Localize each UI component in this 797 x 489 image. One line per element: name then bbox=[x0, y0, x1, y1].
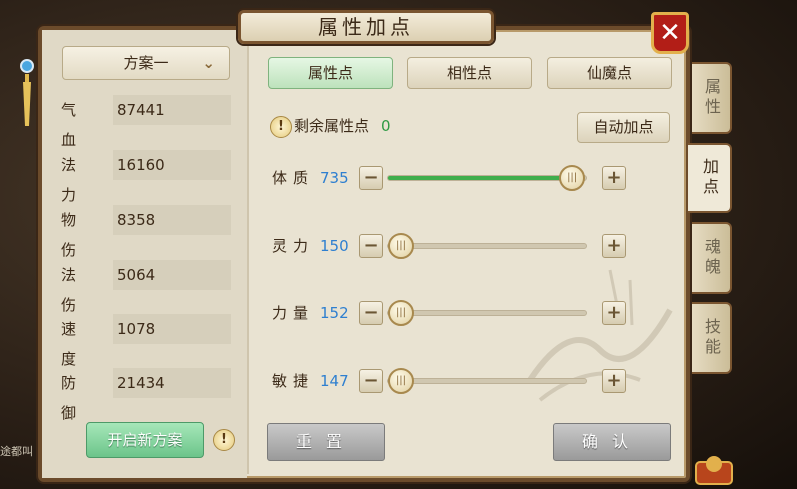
stat-label-mana: 法力 bbox=[61, 156, 87, 204]
decrease-constitution-button[interactable]: − bbox=[359, 166, 383, 190]
decrease-spirit-button[interactable]: − bbox=[359, 234, 383, 258]
plan-dropdown-value: 方案一 bbox=[123, 54, 169, 72]
slider-fill bbox=[388, 176, 573, 180]
column-divider bbox=[247, 34, 249, 474]
slider-knob[interactable]: ||| bbox=[388, 300, 414, 326]
stat-value-speed: 1078 bbox=[113, 314, 231, 344]
slider-constitution[interactable]: ||| bbox=[387, 165, 587, 191]
confirm-button[interactable]: 确认 bbox=[553, 423, 671, 461]
chat-fragment: 途都叫 bbox=[0, 445, 33, 458]
stat-label-speed: 速度 bbox=[61, 320, 87, 368]
tab-immortal-demon-points[interactable]: 仙魔点 bbox=[547, 57, 672, 89]
increase-constitution-button[interactable]: + bbox=[602, 166, 626, 190]
new-plan-button[interactable]: 开启新方案 bbox=[86, 422, 204, 458]
side-tab-skills[interactable]: 技能 bbox=[692, 302, 732, 374]
increase-spirit-button[interactable]: + bbox=[602, 234, 626, 258]
stat-label-hp: 气血 bbox=[61, 101, 87, 149]
stat-label-defense: 防御 bbox=[61, 374, 87, 422]
attr-label-strength: 力量 bbox=[272, 304, 315, 322]
attr-label-spirit: 灵力 bbox=[272, 237, 315, 255]
attr-label-constitution: 体质 bbox=[272, 169, 315, 187]
slider-knob[interactable]: ||| bbox=[388, 233, 414, 259]
attr-value-spirit: 150 bbox=[320, 237, 349, 255]
stat-label-physical-damage: 物伤 bbox=[61, 211, 87, 259]
reset-button[interactable]: 重置 bbox=[267, 423, 385, 461]
stat-value-physical-damage: 8358 bbox=[113, 205, 231, 235]
side-tab-attributes[interactable]: 属性 bbox=[692, 62, 732, 134]
tassel-ornament-icon bbox=[20, 59, 34, 126]
slider-knob[interactable]: ||| bbox=[559, 165, 586, 191]
panel-title: 属性加点 bbox=[238, 10, 494, 44]
info-icon: ! bbox=[270, 116, 292, 138]
slider-agility[interactable]: ||| bbox=[387, 368, 587, 394]
increase-agility-button[interactable]: + bbox=[602, 369, 626, 393]
tab-attribute-points[interactable]: 属性点 bbox=[268, 57, 393, 89]
slider-strength[interactable]: ||| bbox=[387, 300, 587, 326]
corner-ornament-icon bbox=[695, 456, 733, 485]
slider-knob[interactable]: ||| bbox=[388, 368, 414, 394]
stat-value-defense: 21434 bbox=[113, 368, 231, 398]
attr-label-agility: 敏捷 bbox=[272, 372, 315, 390]
info-icon[interactable]: ! bbox=[213, 429, 235, 451]
stat-label-magic-damage: 法伤 bbox=[61, 266, 87, 314]
chevron-down-icon: ⌄ bbox=[202, 54, 215, 72]
stat-value-magic-damage: 5064 bbox=[113, 260, 231, 290]
remaining-points-label: 剩余属性点 bbox=[294, 117, 370, 135]
remaining-points-value: 0 bbox=[381, 117, 391, 135]
close-button[interactable]: ✕ bbox=[651, 12, 689, 54]
side-tab-soul[interactable]: 魂魄 bbox=[692, 222, 732, 294]
side-tab-add-points[interactable]: 加点 bbox=[688, 143, 732, 213]
attr-value-strength: 152 bbox=[320, 304, 349, 322]
attr-value-constitution: 735 bbox=[320, 169, 349, 187]
increase-strength-button[interactable]: + bbox=[602, 301, 626, 325]
attr-value-agility: 147 bbox=[320, 372, 349, 390]
decrease-agility-button[interactable]: − bbox=[359, 369, 383, 393]
plan-dropdown[interactable]: 方案一 ⌄ bbox=[62, 46, 230, 80]
tab-affinity-points[interactable]: 相性点 bbox=[407, 57, 532, 89]
auto-allocate-button[interactable]: 自动加点 bbox=[577, 112, 670, 143]
decrease-strength-button[interactable]: − bbox=[359, 301, 383, 325]
stat-value-mana: 16160 bbox=[113, 150, 231, 180]
stat-value-hp: 87441 bbox=[113, 95, 231, 125]
slider-spirit[interactable]: ||| bbox=[387, 233, 587, 259]
